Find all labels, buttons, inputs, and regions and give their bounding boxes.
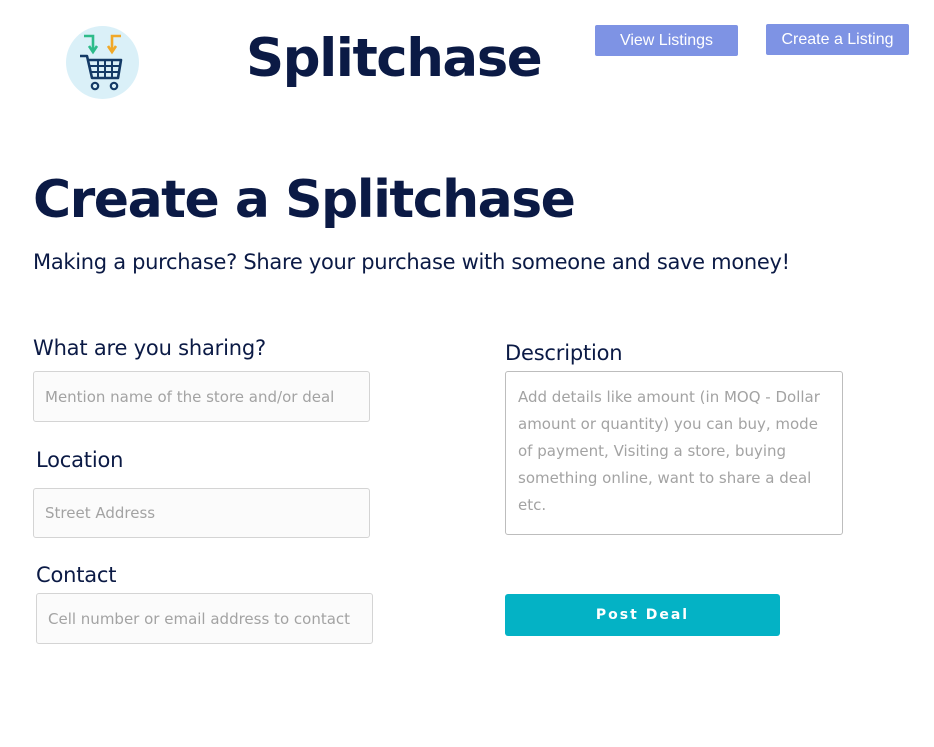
sharing-input[interactable] <box>33 371 370 422</box>
logo <box>66 26 139 99</box>
view-listings-button[interactable]: View Listings <box>595 25 738 56</box>
location-label: Location <box>36 448 124 472</box>
contact-input[interactable] <box>36 593 373 644</box>
post-deal-button[interactable]: Post Deal <box>505 594 780 636</box>
page-subtitle: Making a purchase? Share your purchase w… <box>33 250 790 274</box>
description-label: Description <box>505 341 623 365</box>
shopping-cart-split-icon <box>80 34 123 91</box>
page-title: Create a Splitchase <box>33 170 576 230</box>
brand-name: Splitchase <box>246 28 543 89</box>
contact-label: Contact <box>36 563 117 587</box>
create-listing-button[interactable]: Create a Listing <box>766 24 909 55</box>
location-input[interactable] <box>33 488 370 538</box>
description-textarea[interactable] <box>505 371 843 535</box>
sharing-label: What are you sharing? <box>33 336 266 360</box>
